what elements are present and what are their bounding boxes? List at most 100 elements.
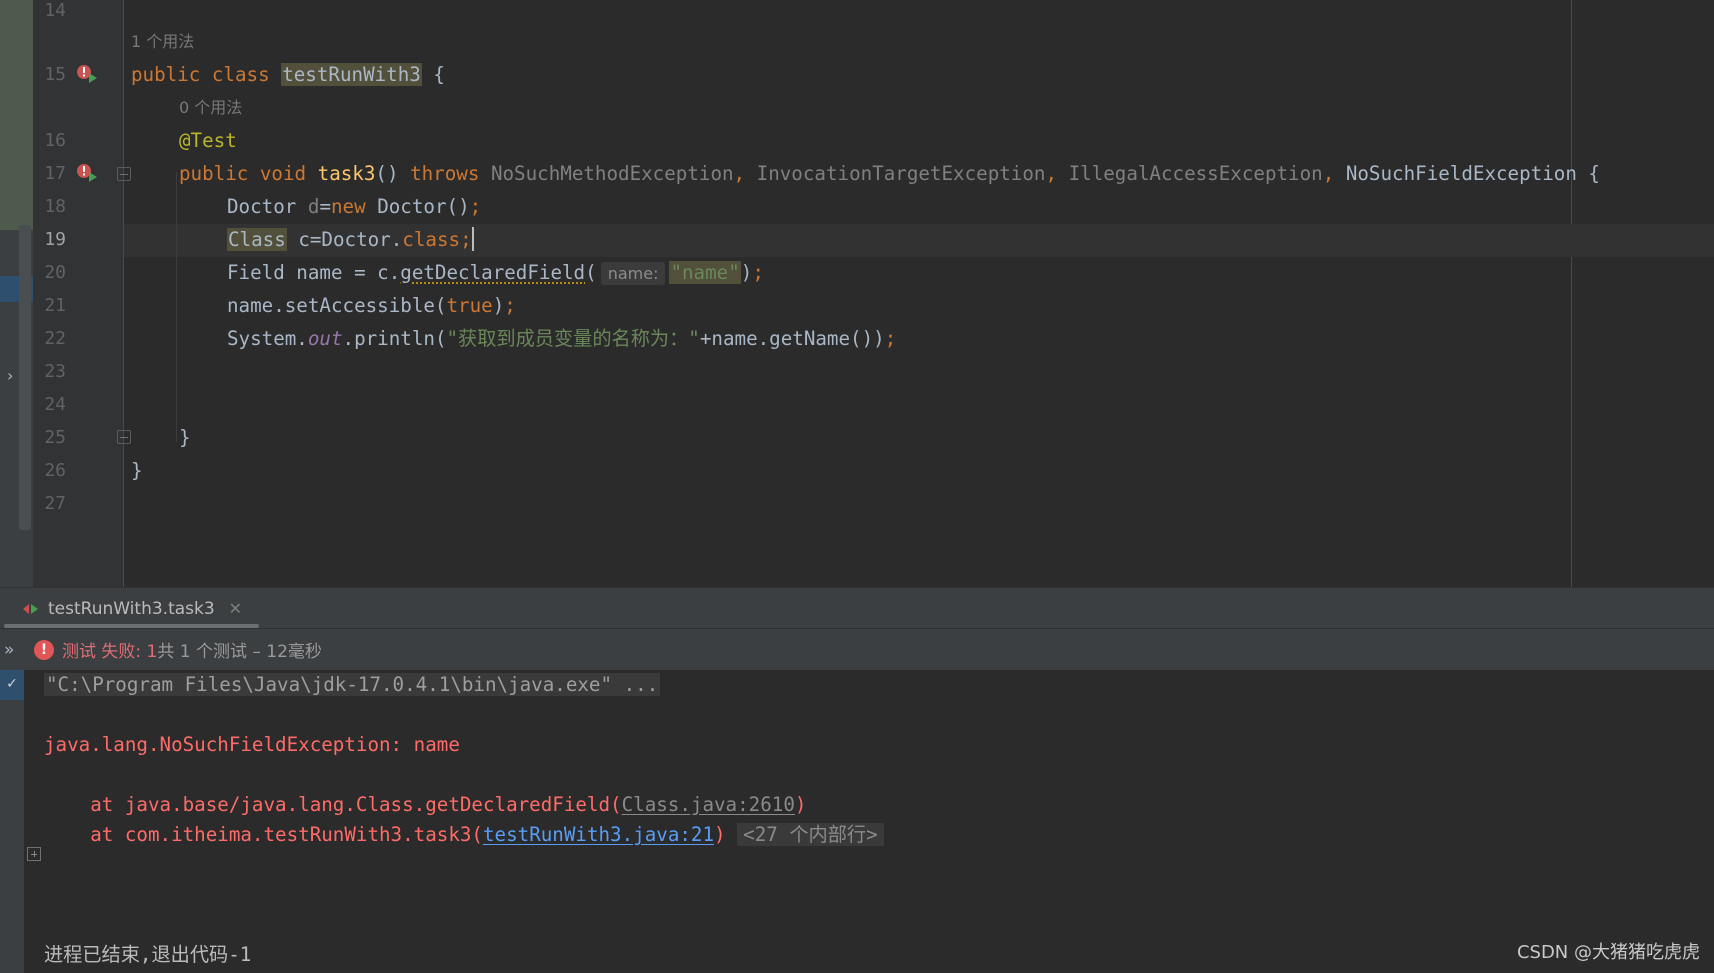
line-number: 26 bbox=[44, 460, 66, 481]
test-summary: 共 1 个测试 – 12毫秒 bbox=[157, 642, 322, 662]
code-token: c=Doctor. bbox=[286, 228, 403, 251]
console-output[interactable]: ✓ "C:\Program Files\Java\jdk-17.0.4.1\bi… bbox=[0, 670, 1714, 973]
code-line-16[interactable]: @Test bbox=[179, 124, 237, 157]
strip-highlight bbox=[0, 0, 33, 230]
stack-trace-line: at com.itheima.testRunWith3.task3(testRu… bbox=[44, 820, 884, 850]
project-strip: › bbox=[0, 0, 33, 587]
run-test-method-icon[interactable] bbox=[76, 163, 98, 183]
chevron-right-icon[interactable]: › bbox=[7, 366, 13, 385]
class-name: testRunWith3 bbox=[281, 63, 422, 86]
line-number: 20 bbox=[44, 262, 66, 283]
code-line-19[interactable]: Class c=Doctor.class; bbox=[227, 223, 474, 256]
usage-hint-class[interactable]: 1 个用法 bbox=[131, 31, 194, 53]
code-line-15[interactable]: public class testRunWith3 { bbox=[131, 58, 445, 91]
watermark: CSDN @大猪猪吃虎虎 bbox=[1516, 942, 1700, 963]
exception-type: InvocationTargetException bbox=[756, 162, 1046, 185]
code-token: ; bbox=[504, 294, 516, 317]
line-number: 25 bbox=[44, 427, 66, 448]
string-literal: "name" bbox=[669, 261, 741, 284]
code-token: throws bbox=[410, 162, 480, 185]
text-caret bbox=[471, 227, 474, 251]
code-token: class bbox=[211, 63, 270, 86]
line-number: 23 bbox=[44, 361, 66, 382]
static-field: out bbox=[307, 327, 343, 350]
line-number: 27 bbox=[44, 493, 66, 514]
run-tab-bar: testRunWith3.task3 ✕ bbox=[0, 587, 1714, 628]
source-link[interactable]: Class.java:2610 bbox=[622, 793, 795, 816]
code-token: () bbox=[375, 162, 411, 185]
code-line-21[interactable]: name.setAccessible(true); bbox=[227, 289, 516, 322]
console-command-line[interactable]: "C:\Program Files\Java\jdk-17.0.4.1\bin\… bbox=[44, 670, 661, 700]
code-token: ; bbox=[752, 261, 764, 284]
stack-trace-line: at java.base/java.lang.Class.getDeclared… bbox=[44, 790, 806, 820]
code-token: new bbox=[331, 195, 366, 218]
check-icon[interactable]: ✓ bbox=[0, 670, 24, 700]
method-name: task3 bbox=[317, 162, 376, 185]
gutter-divider bbox=[123, 0, 124, 587]
line-number: 17 bbox=[44, 163, 66, 184]
code-token: public bbox=[179, 162, 249, 185]
code-token: { bbox=[1576, 162, 1600, 185]
code-token: ) bbox=[492, 294, 505, 317]
exception-type: IllegalAccessException bbox=[1068, 162, 1323, 185]
code-line-25[interactable]: } bbox=[179, 421, 191, 454]
close-icon[interactable]: ✕ bbox=[229, 599, 242, 618]
trace-text: ) bbox=[794, 793, 807, 816]
unused-variable: d bbox=[307, 195, 320, 218]
command-text[interactable]: "C:\Program Files\Java\jdk-17.0.4.1\bin\… bbox=[44, 673, 661, 696]
console-side-strip: ✓ bbox=[0, 670, 24, 973]
usage-hint-method[interactable]: 0 个用法 bbox=[179, 97, 242, 119]
line-number-active: 19 bbox=[44, 229, 66, 250]
method-call-warning: getDeclaredField bbox=[400, 261, 586, 284]
run-config-icon bbox=[23, 603, 38, 614]
code-token: Doctor bbox=[227, 195, 308, 218]
code-line-18[interactable]: Doctor d=new Doctor(); bbox=[227, 190, 481, 223]
line-number: 24 bbox=[44, 394, 66, 415]
run-tab[interactable]: testRunWith3.task3 ✕ bbox=[22, 588, 242, 629]
code-token: Field name = c. bbox=[227, 261, 401, 284]
code-line-17[interactable]: public void task3() throws NoSuchMethodE… bbox=[179, 157, 1600, 190]
code-token: Doctor() bbox=[365, 195, 470, 218]
code-editor[interactable]: › 14 15 16 17 18 19 20 21 22 23 24 25 26… bbox=[0, 0, 1714, 587]
code-token: +name.getName()) bbox=[699, 327, 885, 350]
run-tab-label: testRunWith3.task3 bbox=[48, 598, 215, 619]
code-token: ; bbox=[460, 228, 472, 251]
annotation: @Test bbox=[179, 129, 237, 152]
internal-lines-fold[interactable]: <27 个内部行> bbox=[737, 823, 884, 846]
code-line-20[interactable]: Field name = c.getDeclaredField(name: "na… bbox=[227, 256, 764, 289]
exception-type: NoSuchMethodException bbox=[490, 162, 734, 185]
code-token: } bbox=[131, 459, 143, 482]
trace-text: ) bbox=[714, 823, 726, 846]
line-number: 15 bbox=[44, 64, 66, 85]
code-token: true bbox=[446, 294, 493, 317]
comma: , bbox=[733, 162, 757, 185]
code-line-22[interactable]: System.out.println("获取到成员变量的名称为："+name.g… bbox=[227, 322, 896, 355]
scrollbar[interactable] bbox=[19, 225, 31, 530]
fold-icon[interactable] bbox=[117, 167, 131, 181]
code-line-26[interactable]: } bbox=[131, 454, 143, 487]
code-token: System. bbox=[227, 327, 308, 350]
code-token: } bbox=[179, 426, 191, 449]
fold-icon[interactable] bbox=[117, 430, 131, 444]
code-token: ( bbox=[585, 261, 597, 284]
indent-guide bbox=[176, 172, 177, 442]
error-icon: ! bbox=[34, 639, 54, 660]
line-number: 22 bbox=[44, 328, 66, 349]
code-token: void bbox=[259, 162, 307, 185]
test-fail-label: 测试 失败: 1 bbox=[62, 642, 158, 662]
double-chevron-icon[interactable]: » bbox=[4, 640, 26, 660]
source-link[interactable]: testRunWith3.java:21 bbox=[483, 823, 714, 846]
code-token: Class bbox=[227, 228, 287, 251]
comma: , bbox=[1322, 162, 1346, 185]
code-token: public bbox=[131, 63, 201, 86]
code-token: name.setAccessible( bbox=[227, 294, 447, 317]
expand-icon[interactable] bbox=[27, 847, 41, 861]
trace-text: at com.itheima.testRunWith3.task3( bbox=[44, 823, 483, 846]
console-exception: java.lang.NoSuchFieldException: name bbox=[44, 733, 460, 756]
exception-type: NoSuchFieldException bbox=[1345, 162, 1577, 185]
run-test-class-icon[interactable] bbox=[76, 64, 98, 84]
exit-message: 进程已结束,退出代码-1 bbox=[44, 943, 252, 966]
parameter-hint: name: bbox=[600, 262, 666, 285]
code-token: class bbox=[402, 228, 461, 251]
string-literal: "获取到成员变量的名称为：" bbox=[446, 327, 700, 350]
